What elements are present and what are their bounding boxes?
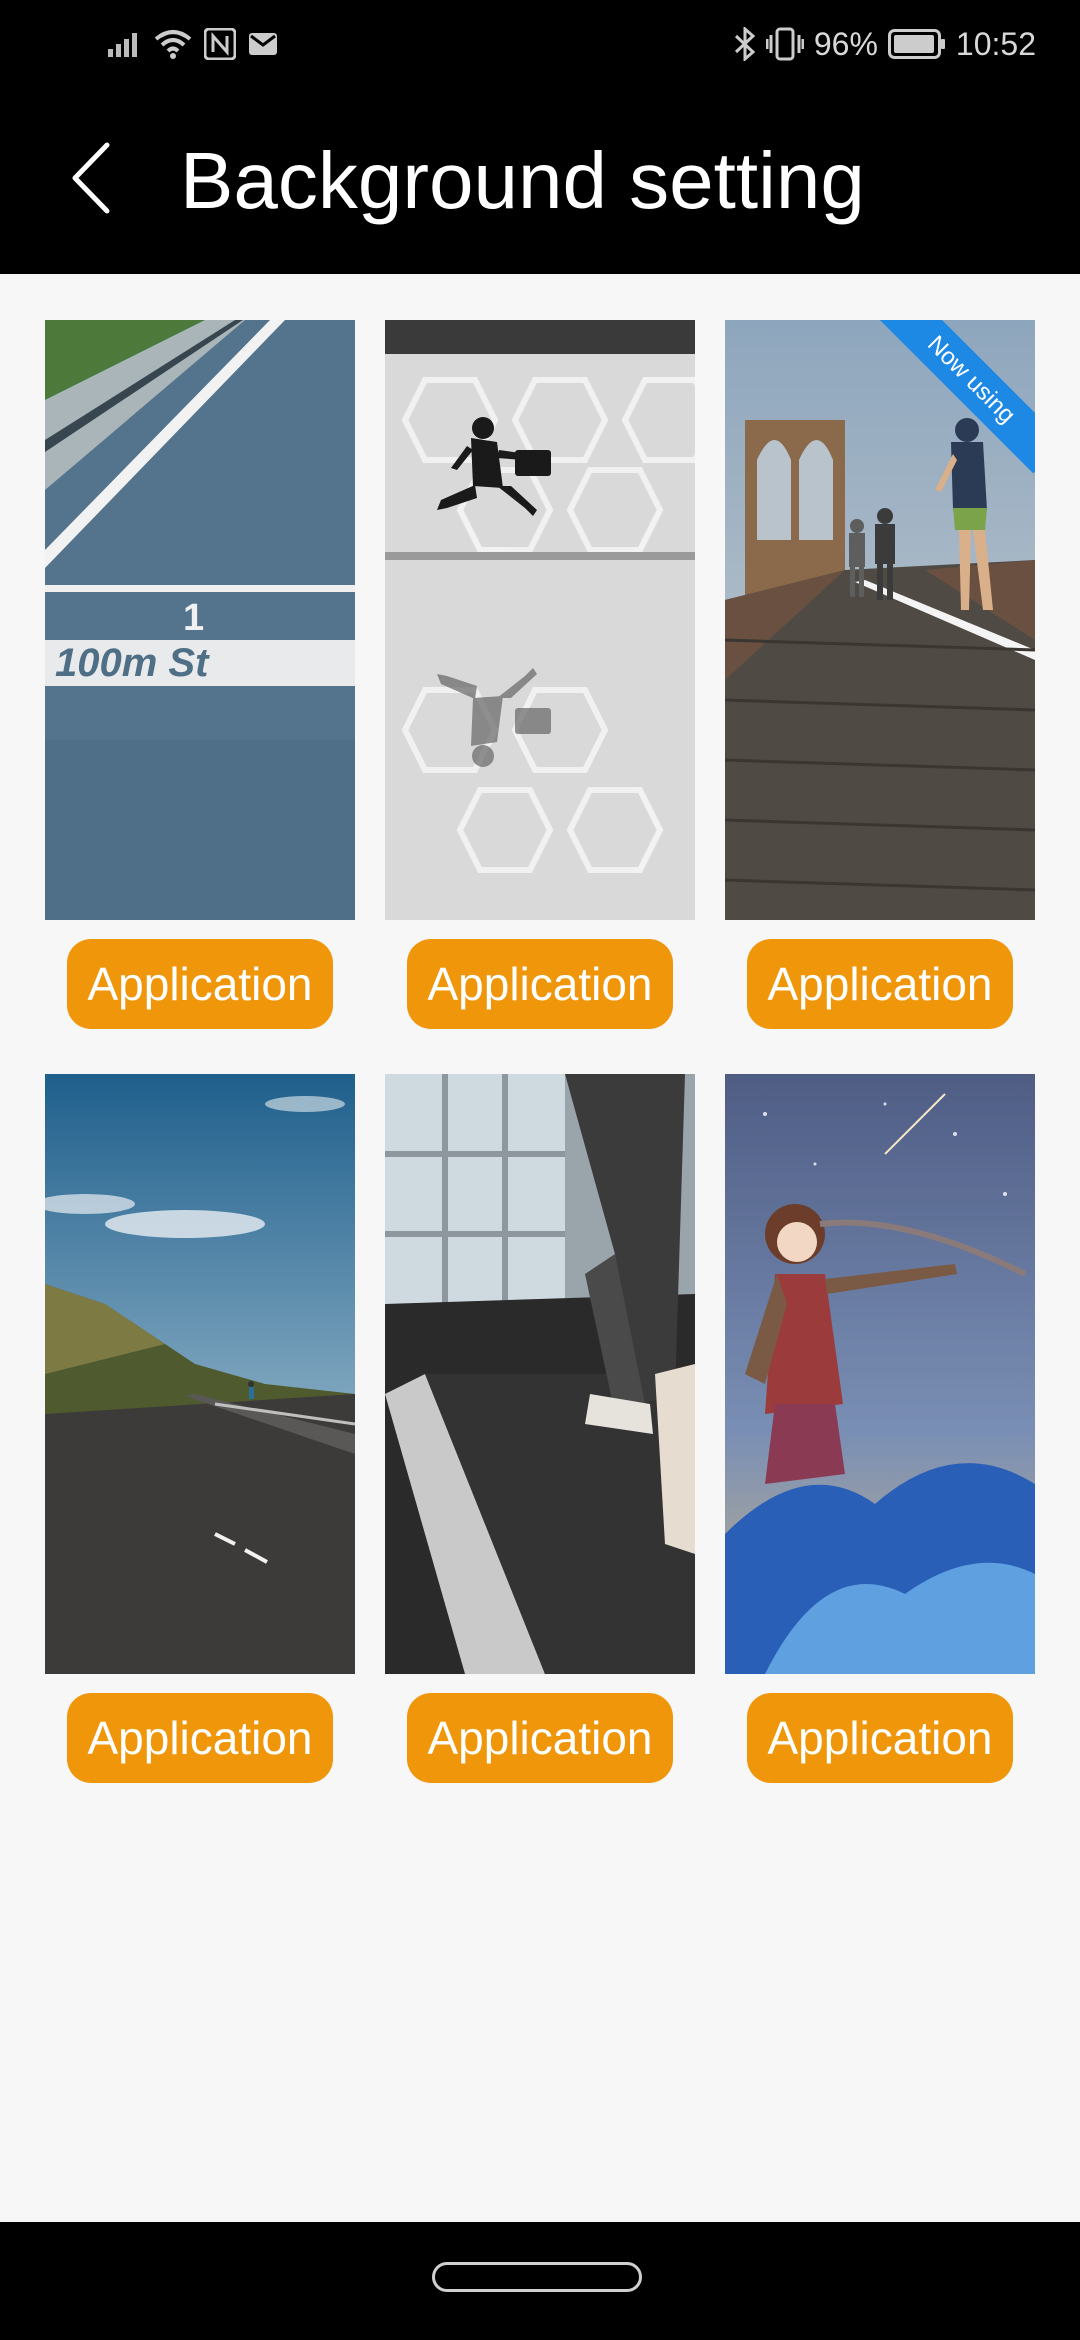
background-thumbnail-treadmill[interactable] xyxy=(385,1074,695,1674)
svg-text:100m St: 100m St xyxy=(55,641,210,685)
bluetooth-icon xyxy=(734,27,756,61)
nfc-icon xyxy=(204,28,236,60)
signal-icon xyxy=(108,33,137,57)
background-thumbnail-bridge[interactable]: Now using xyxy=(725,320,1035,920)
background-thumbnail-anime[interactable] xyxy=(725,1074,1035,1674)
track-image: 100m St 1 xyxy=(45,320,355,920)
road-image xyxy=(45,1074,355,1674)
anime-image xyxy=(725,1074,1035,1674)
apply-button[interactable]: Application xyxy=(407,939,673,1029)
nav-bar xyxy=(0,2222,1080,2340)
back-button[interactable] xyxy=(56,138,126,218)
apply-button[interactable]: Application xyxy=(747,1693,1013,1783)
home-pill-icon[interactable] xyxy=(432,2262,642,2292)
glass-hall-image xyxy=(385,320,695,920)
clock: 10:52 xyxy=(955,26,1036,62)
background-thumbnail-track[interactable]: 100m St 1 xyxy=(45,320,355,920)
app-bar: Background setting xyxy=(0,88,1080,274)
background-thumbnail-road[interactable] xyxy=(45,1074,355,1674)
svg-text:1: 1 xyxy=(183,597,204,639)
apply-button[interactable]: Application xyxy=(407,1693,673,1783)
background-thumbnail-glass-hall[interactable] xyxy=(385,320,695,920)
battery-percent: 96% xyxy=(813,26,878,62)
page-title: Background setting xyxy=(180,136,865,225)
status-icons-right: 96% 10:52 xyxy=(734,20,1036,68)
chevron-left-icon xyxy=(72,142,110,214)
apply-button[interactable]: Application xyxy=(747,939,1013,1029)
battery-icon xyxy=(887,29,945,59)
apply-button[interactable]: Application xyxy=(67,1693,333,1783)
background-grid: 100m St 1 Application Application Now us… xyxy=(0,274,1080,2224)
vibrate-icon xyxy=(765,27,804,61)
status-bar: 96% 10:52 xyxy=(0,0,1080,88)
treadmill-image xyxy=(385,1074,695,1674)
status-icons-left xyxy=(108,26,278,62)
mail-icon xyxy=(249,33,277,55)
apply-button[interactable]: Application xyxy=(67,939,333,1029)
wifi-icon xyxy=(154,30,192,59)
